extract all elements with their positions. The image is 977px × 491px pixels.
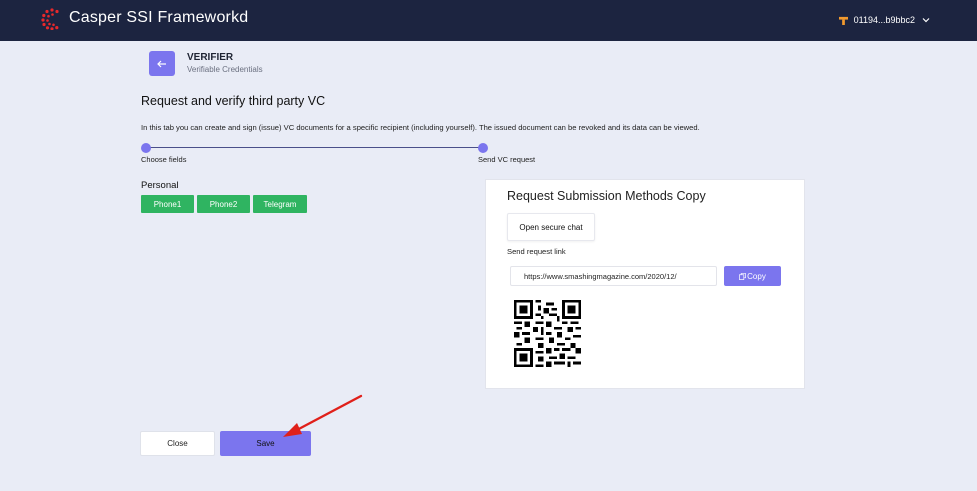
chevron-down-icon bbox=[922, 18, 930, 23]
step-dot-send-request[interactable] bbox=[478, 143, 488, 153]
top-bar: Casper SSI Frameworkd 01194...b9bbc2 bbox=[0, 0, 977, 41]
copy-button[interactable]: Copy bbox=[724, 266, 781, 286]
request-link-label: Send request link bbox=[507, 247, 566, 256]
submission-panel: Request Submission Methods Copy Open sec… bbox=[485, 179, 805, 389]
stepper-line bbox=[146, 147, 483, 148]
step-dot-choose-fields[interactable] bbox=[141, 143, 151, 153]
module-subtitle: Verifiable Credentials bbox=[187, 65, 263, 74]
chip-phone2[interactable]: Phone2 bbox=[197, 195, 250, 213]
open-secure-chat-button[interactable]: Open secure chat bbox=[507, 213, 595, 241]
field-chips: Phone1 Phone2 Telegram bbox=[141, 195, 307, 213]
arrow-left-icon bbox=[157, 60, 166, 67]
casper-token-icon bbox=[838, 16, 848, 25]
copy-icon bbox=[739, 272, 747, 280]
account-menu[interactable]: 01194...b9bbc2 bbox=[838, 12, 931, 28]
step-label-choose-fields: Choose fields bbox=[141, 155, 187, 164]
back-button[interactable] bbox=[149, 51, 175, 76]
page-title: Request and verify third party VC bbox=[141, 94, 326, 108]
section-label-personal: Personal bbox=[141, 180, 179, 191]
chip-telegram[interactable]: Telegram bbox=[253, 195, 307, 213]
panel-title: Request Submission Methods Copy bbox=[507, 189, 706, 203]
chip-phone1[interactable]: Phone1 bbox=[141, 195, 194, 213]
annotation-arrow-icon bbox=[283, 394, 363, 437]
close-button[interactable]: Close bbox=[140, 431, 215, 456]
casper-logo-icon bbox=[41, 8, 59, 30]
page-description: In this tab you can create and sign (iss… bbox=[141, 123, 700, 132]
request-link-input[interactable] bbox=[510, 266, 717, 286]
app-title: Casper SSI Frameworkd bbox=[69, 9, 249, 26]
module-title: VERIFIER bbox=[187, 52, 234, 63]
account-address: 01194...b9bbc2 bbox=[853, 15, 915, 25]
qr-code-icon bbox=[514, 300, 581, 367]
step-label-send-request: Send VC request bbox=[478, 155, 536, 164]
copy-label: Copy bbox=[747, 271, 766, 281]
